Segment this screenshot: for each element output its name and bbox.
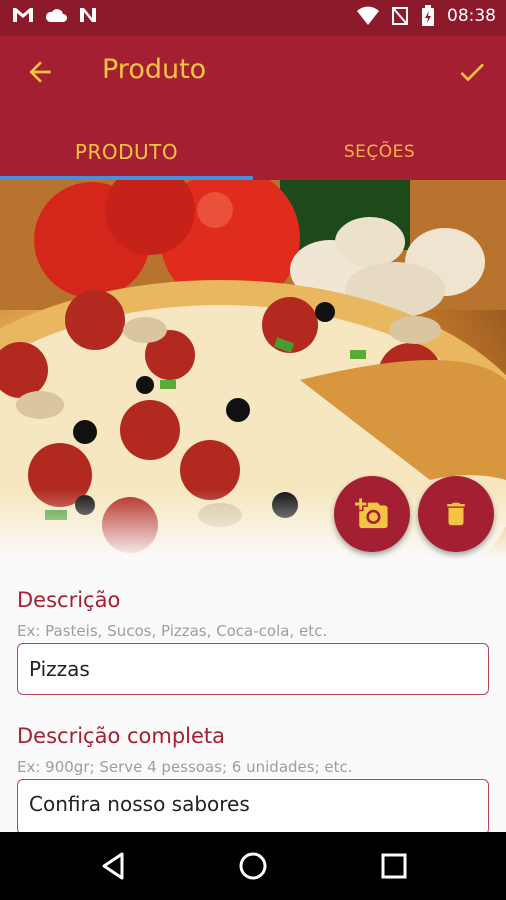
battery-charging-icon: [422, 5, 434, 26]
trash-icon: [447, 502, 465, 526]
tab-bar: PRODUTO SEÇÕES: [0, 124, 506, 180]
confirm-button[interactable]: [456, 56, 488, 88]
app-bar: Produto PRODUTO SEÇÕES: [0, 36, 506, 180]
arrow-back-icon: [29, 61, 51, 83]
system-nav-bar: [0, 832, 506, 900]
tab-secoes[interactable]: SEÇÕES: [253, 124, 506, 180]
no-signal-icon: [392, 7, 408, 25]
back-button[interactable]: [24, 56, 56, 88]
description-hint: Ex: Pasteis, Sucos, Pizzas, Coca-cola, e…: [17, 622, 328, 640]
n-app-icon: [80, 8, 96, 22]
full-description-field[interactable]: Confira nosso sabores: [17, 779, 489, 835]
description-field[interactable]: Pizzas: [17, 643, 489, 695]
page-title: Produto: [102, 54, 207, 85]
tab-label: PRODUTO: [74, 140, 179, 164]
delete-image-button[interactable]: [418, 476, 494, 552]
full-description-hint: Ex: 900gr; Serve 4 pessoas; 6 unidades; …: [17, 758, 353, 776]
check-icon: [460, 63, 484, 82]
tab-produto[interactable]: PRODUTO: [0, 124, 253, 180]
nav-home-button[interactable]: [237, 850, 269, 882]
add-photo-button[interactable]: [334, 476, 410, 552]
description-value: Pizzas: [29, 657, 90, 681]
home-circle-icon: [239, 852, 267, 880]
nav-back-button[interactable]: [98, 850, 130, 882]
full-description-value: Confira nosso sabores: [29, 792, 250, 816]
full-description-label: Descrição completa: [17, 724, 226, 748]
wifi-icon: [357, 6, 379, 25]
status-bar: 08:38: [0, 0, 506, 36]
tab-label: SEÇÕES: [343, 142, 416, 162]
status-time: 08:38: [447, 6, 496, 26]
add-photo-icon: [355, 498, 388, 529]
back-triangle-icon: [102, 852, 124, 880]
description-label: Descrição: [17, 588, 121, 612]
cloud-icon: [45, 9, 67, 22]
gmail-icon: [13, 8, 33, 22]
recents-square-icon: [381, 853, 407, 879]
nav-recents-button[interactable]: [378, 850, 410, 882]
